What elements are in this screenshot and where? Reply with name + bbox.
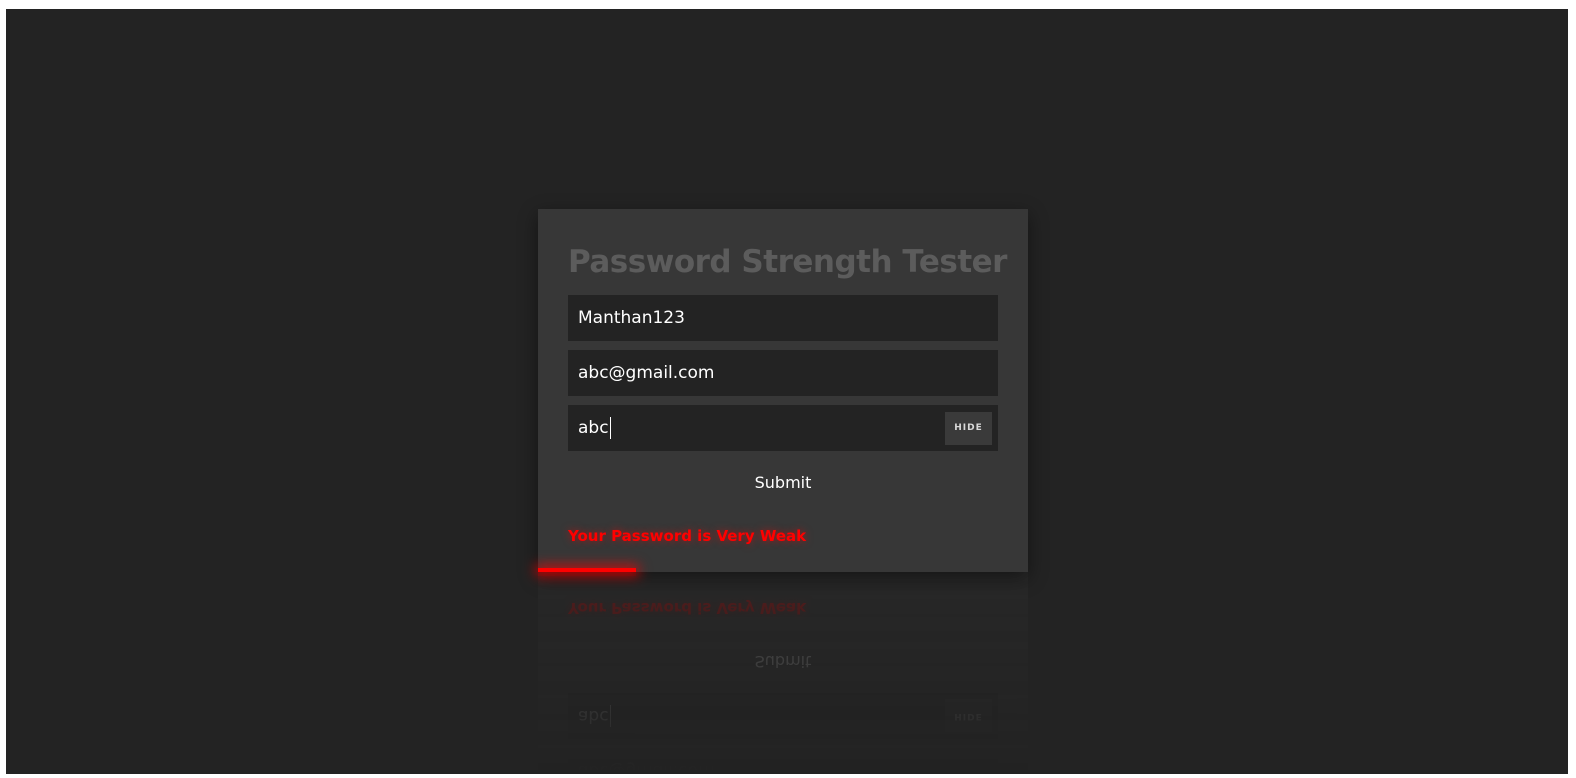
password-field[interactable]: abc HIDE (568, 405, 998, 451)
hide-password-button[interactable]: HIDE (945, 411, 992, 445)
password-tester-card: Password Strength Tester abc HIDE Submit… (538, 209, 1028, 572)
card-wrapper: Password Strength Tester abc HIDE Submit… (538, 209, 1028, 572)
password-value-wrapper[interactable]: abc (578, 417, 945, 439)
strength-meter-fill (538, 568, 636, 572)
text-cursor (609, 417, 611, 439)
strength-message: Your Password is Very Weak (568, 527, 807, 545)
submit-button[interactable]: Submit (745, 471, 822, 494)
strength-meter (538, 568, 1028, 572)
username-field[interactable] (568, 295, 998, 341)
page-title: Password Strength Tester (568, 244, 1007, 280)
password-value: abc (578, 418, 609, 438)
email-field[interactable] (568, 350, 998, 396)
page-background: Password Strength Tester abc HIDE Submit… (6, 9, 1568, 774)
